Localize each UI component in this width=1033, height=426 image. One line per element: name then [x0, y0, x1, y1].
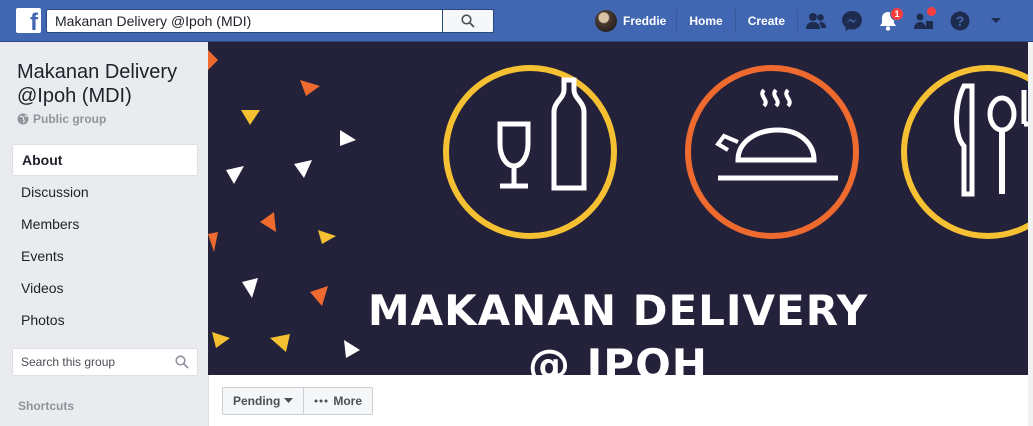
group-search-box: [12, 348, 198, 376]
cover-title-line2: @ IPOH: [528, 340, 708, 375]
group-requests-dot: [926, 6, 938, 17]
cover-title-line1: MAKANAN DELIVERY: [367, 286, 869, 335]
chevron-down-icon: [991, 18, 1002, 23]
create-label: Create: [747, 14, 786, 28]
roast-chicken-ring-icon: [685, 65, 859, 239]
group-type-label: Public group: [33, 112, 107, 126]
logo-letter: f: [30, 9, 38, 36]
friends-icon: [806, 13, 827, 29]
profile-link[interactable]: Freddie: [590, 9, 678, 33]
search-icon[interactable]: [175, 355, 189, 369]
home-link[interactable]: Home: [677, 9, 736, 33]
create-link[interactable]: Create: [736, 9, 799, 33]
account-menu-button[interactable]: [978, 0, 1014, 42]
facebook-logo-icon[interactable]: f: [16, 8, 41, 36]
ellipsis-icon: [314, 399, 328, 403]
pending-label: Pending: [233, 394, 281, 408]
group-privacy: Public group: [17, 112, 106, 126]
user-name: Freddie: [623, 14, 667, 28]
messenger-icon: [842, 11, 863, 31]
top-navigation-bar: f Freddie Home Create 1 ?: [0, 0, 1033, 42]
search-button[interactable]: [442, 9, 494, 33]
caret-down-icon: [284, 398, 294, 403]
menu-item-events[interactable]: Events: [12, 240, 198, 272]
search-box: [46, 9, 494, 33]
cover-photo[interactable]: MAKANAN DELIVERY @ IPOH: [208, 42, 1028, 375]
avatar: [595, 10, 617, 32]
friend-requests-button[interactable]: [798, 0, 834, 42]
menu-item-discussion[interactable]: Discussion: [12, 176, 198, 208]
more-label: More: [333, 394, 363, 408]
pending-button[interactable]: Pending: [223, 388, 303, 414]
menu-item-members[interactable]: Members: [12, 208, 198, 240]
cutlery-ring-icon: [901, 65, 1028, 239]
svg-text:?: ?: [956, 13, 965, 29]
group-requests-button[interactable]: [906, 0, 942, 42]
group-name[interactable]: Makanan Delivery @Ipoh (MDI): [17, 60, 202, 108]
group-action-bar: Pending More: [208, 375, 1028, 426]
shortcuts-heading: Shortcuts: [18, 399, 75, 413]
group-sidebar: Makanan Delivery @Ipoh (MDI) Public grou…: [0, 42, 208, 426]
question-icon: ?: [950, 11, 970, 31]
group-search-input[interactable]: [13, 349, 163, 375]
search-icon: [461, 14, 475, 28]
notification-badge: 1: [890, 7, 905, 21]
page-scrollbar[interactable]: [1028, 42, 1033, 426]
menu-item-about[interactable]: About: [12, 144, 198, 176]
wine-ring-icon: [443, 65, 617, 239]
menu-item-photos[interactable]: Photos: [12, 304, 198, 336]
help-button[interactable]: ?: [942, 0, 978, 42]
menu-item-videos[interactable]: Videos: [12, 272, 198, 304]
home-label: Home: [689, 14, 723, 28]
group-menu: About Discussion Members Events Videos P…: [12, 144, 198, 336]
messenger-button[interactable]: [834, 0, 870, 42]
globe-icon: [17, 113, 29, 125]
more-button[interactable]: More: [303, 388, 372, 414]
action-button-group: Pending More: [222, 387, 374, 415]
search-input[interactable]: [47, 10, 443, 32]
notifications-button[interactable]: 1: [870, 0, 906, 42]
nav-right: Freddie Home Create 1 ?: [590, 0, 1014, 42]
